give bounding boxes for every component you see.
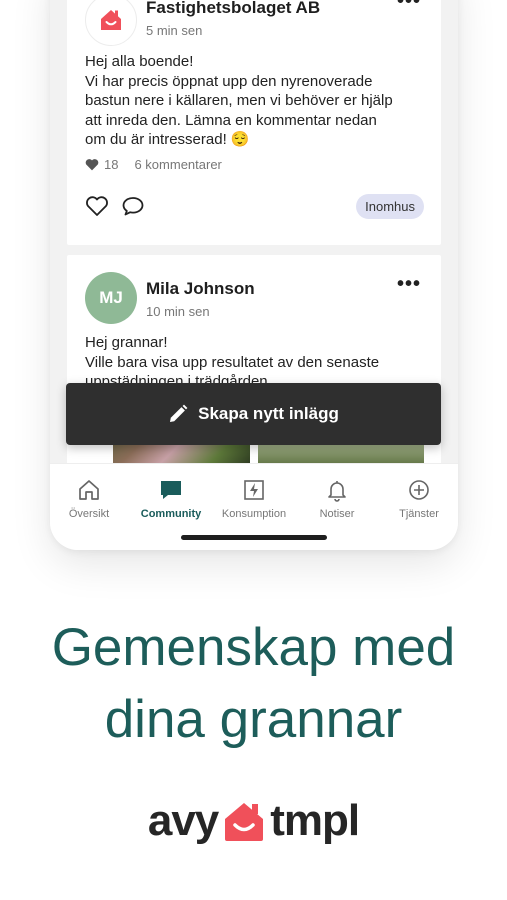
post-line: att inreda den. Lämna en kommentar nedan: [85, 111, 377, 129]
tab-tjanster[interactable]: Tjänster: [379, 472, 458, 520]
brand-word-left: avy: [147, 796, 219, 845]
like-count: 18: [104, 157, 119, 172]
category-tag[interactable]: Inomhus: [356, 194, 424, 219]
chat-icon: [161, 481, 181, 499]
brand-word-right: tmpl: [270, 796, 360, 845]
home-icon: [79, 480, 99, 500]
lightning-icon: [244, 480, 264, 500]
more-options-icon[interactable]: •••: [397, 273, 421, 296]
tab-label: Översikt: [68, 508, 110, 520]
tab-konsumption[interactable]: Konsumption: [214, 472, 294, 520]
post-line: bastun nere i källaren, men vi behöver e…: [85, 92, 393, 109]
post-body: Hej alla boende! Vi har precis öppnat up…: [85, 52, 425, 150]
post-author[interactable]: Mila Johnson: [146, 279, 255, 299]
tab-label: Konsumption: [221, 508, 287, 520]
house-logo-icon: [101, 10, 121, 30]
tab-oversikt[interactable]: Översikt: [50, 472, 129, 520]
post-line: Ville bara visa upp resultatet av den se…: [85, 353, 380, 371]
phone-mockup: Fastighetsbolaget AB 5 min sen ••• Hej a…: [50, 0, 458, 550]
headline-line: dina grannar: [104, 690, 403, 749]
plus-circle-icon: [409, 480, 429, 500]
headline-line: Gemenskap med: [51, 618, 456, 677]
create-post-button[interactable]: Skapa nytt inlägg: [66, 383, 441, 445]
comment-count[interactable]: 6 kommentarer: [134, 157, 221, 172]
community-feed: Fastighetsbolaget AB 5 min sen ••• Hej a…: [50, 0, 458, 463]
post-line: om du är intresserad! 😌: [85, 131, 250, 148]
create-post-label: Skapa nytt inlägg: [198, 404, 339, 423]
like-heart-icon[interactable]: [85, 195, 109, 217]
brand-logo: avy tmpl: [0, 796, 507, 846]
tab-label: Community: [140, 508, 202, 520]
post-line: Hej grannar!: [85, 334, 168, 351]
post-line: Hej alla boende!: [85, 53, 194, 70]
post-stats: 18 6 kommentarer: [85, 157, 222, 172]
home-indicator: [181, 535, 327, 540]
avatar[interactable]: [85, 0, 137, 46]
more-options-icon[interactable]: •••: [397, 0, 421, 13]
tab-community[interactable]: Community: [131, 472, 211, 520]
tab-notiser[interactable]: Notiser: [297, 472, 377, 520]
post-timestamp: 10 min sen: [146, 304, 210, 319]
heart-filled-icon: [85, 159, 99, 171]
house-logo-icon: [225, 803, 264, 841]
post-actions: [85, 195, 145, 217]
tab-label: Notiser: [319, 508, 355, 520]
avatar[interactable]: MJ: [85, 272, 137, 324]
post-line: Vi har precis öppnat upp den nyrenoverad…: [85, 72, 373, 90]
comment-bubble-icon[interactable]: [121, 195, 145, 217]
pencil-icon: [170, 404, 188, 422]
post-author[interactable]: Fastighetsbolaget AB: [146, 0, 320, 18]
tab-label: Tjänster: [399, 508, 439, 520]
bell-icon: [328, 481, 346, 502]
post-timestamp: 5 min sen: [146, 23, 203, 38]
feed-post[interactable]: Fastighetsbolaget AB 5 min sen ••• Hej a…: [67, 0, 441, 245]
